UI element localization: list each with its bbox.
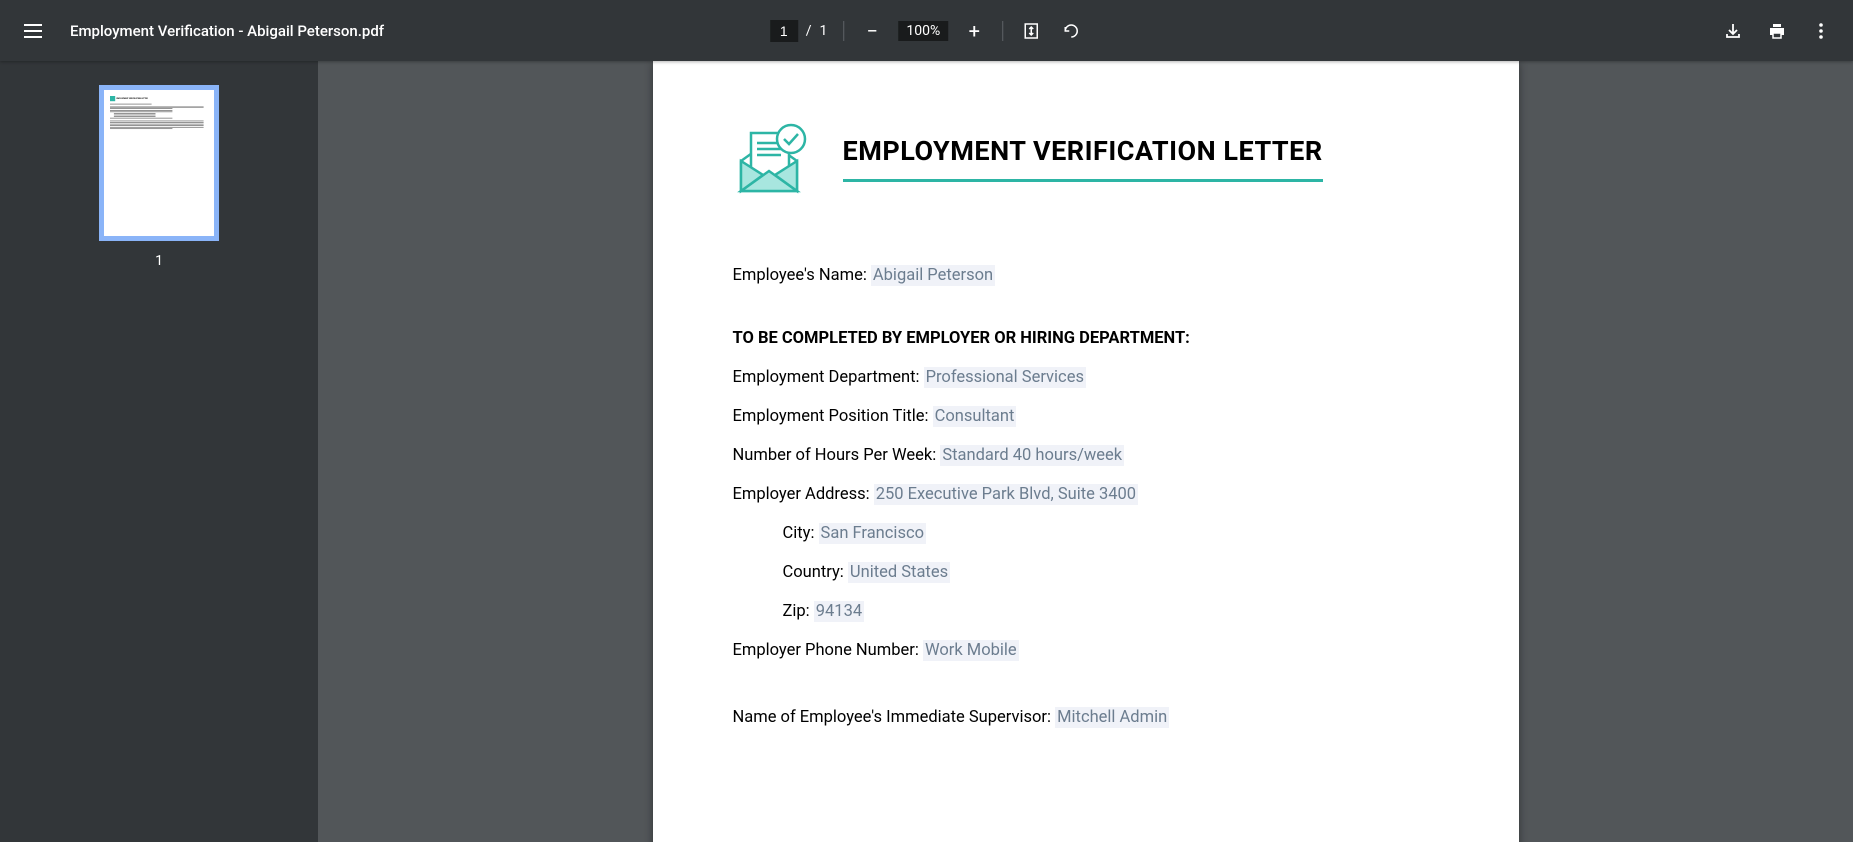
field-address: Employer Address: 250 Executive Park Blv… — [733, 485, 1439, 504]
field-value: Abigail Peterson — [871, 265, 995, 286]
total-pages: 1 — [820, 23, 828, 39]
fit-page-icon[interactable] — [1019, 19, 1043, 43]
field-zip: Zip: 94134 — [733, 602, 1439, 621]
thumbnail-label: 1 — [155, 253, 163, 269]
pdf-toolbar: Employment Verification - Abigail Peters… — [0, 0, 1853, 61]
page-separator: / — [806, 23, 812, 39]
field-value: Professional Services — [924, 367, 1086, 388]
field-value: Standard 40 hours/week — [940, 445, 1124, 466]
zoom-out-button[interactable]: − — [860, 19, 884, 43]
field-value: 250 Executive Park Blvd, Suite 3400 — [874, 484, 1138, 505]
field-label: Employer Address: — [733, 485, 874, 504]
field-label: Employer Phone Number: — [733, 641, 923, 660]
toolbar-right — [1721, 19, 1833, 43]
page-input[interactable] — [770, 20, 798, 42]
field-value: Consultant — [933, 406, 1017, 427]
field-hours: Number of Hours Per Week: Standard 40 ho… — [733, 446, 1439, 465]
toolbar-left: Employment Verification - Abigail Peters… — [20, 20, 384, 42]
more-icon[interactable] — [1809, 19, 1833, 43]
field-label: Number of Hours Per Week: — [733, 446, 941, 465]
field-supervisor: Name of Employee's Immediate Supervisor:… — [733, 708, 1439, 727]
document-header: EMPLOYMENT VERIFICATION LETTER — [733, 121, 1439, 196]
print-icon[interactable] — [1765, 19, 1789, 43]
field-position: Employment Position Title: Consultant — [733, 407, 1439, 426]
download-icon[interactable] — [1721, 19, 1745, 43]
zoom-in-button[interactable]: + — [962, 19, 986, 43]
field-label: Zip: — [783, 602, 814, 621]
field-department: Employment Department: Professional Serv… — [733, 368, 1439, 387]
field-label: Employment Position Title: — [733, 407, 933, 426]
field-label: Name of Employee's Immediate Supervisor: — [733, 708, 1056, 727]
pdf-viewer[interactable]: EMPLOYMENT VERIFICATION LETTER Employee'… — [318, 61, 1853, 842]
field-country: Country: United States — [733, 563, 1439, 582]
zoom-value: 100% — [898, 21, 948, 41]
page-indicator: / 1 — [770, 20, 828, 42]
field-city: City: San Francisco — [733, 524, 1439, 543]
field-value: Mitchell Admin — [1055, 707, 1169, 728]
thumbnail-sidebar: EMPLOYMENT VERIFICATION LETTER — [0, 61, 318, 842]
pdf-page: EMPLOYMENT VERIFICATION LETTER Employee'… — [653, 61, 1519, 842]
main-area: EMPLOYMENT VERIFICATION LETTER — [0, 61, 1853, 842]
page-thumbnail[interactable]: EMPLOYMENT VERIFICATION LETTER — [99, 85, 219, 241]
zoom-controls: − 100% + — [860, 19, 986, 43]
section-header: TO BE COMPLETED BY EMPLOYER OR HIRING DE… — [733, 329, 1439, 348]
field-label: Employment Department: — [733, 368, 924, 387]
document-title: EMPLOYMENT VERIFICATION LETTER — [843, 135, 1323, 182]
filename: Employment Verification - Abigail Peters… — [70, 22, 384, 40]
rotate-icon[interactable] — [1059, 19, 1083, 43]
menu-icon[interactable] — [20, 20, 46, 42]
field-value: San Francisco — [819, 523, 926, 544]
field-value: Work Mobile — [923, 640, 1019, 661]
field-label: Country: — [783, 563, 848, 582]
field-label: Employee's Name: — [733, 266, 871, 285]
field-value: United States — [848, 562, 950, 583]
field-employee-name: Employee's Name: Abigail Peterson — [733, 266, 1439, 285]
field-label: City: — [783, 524, 819, 543]
field-value: 94134 — [814, 601, 864, 622]
toolbar-center: / 1 − 100% + — [770, 19, 1084, 43]
field-phone: Employer Phone Number: Work Mobile — [733, 641, 1439, 660]
divider — [843, 21, 844, 41]
divider — [1002, 21, 1003, 41]
envelope-check-icon — [733, 121, 813, 196]
